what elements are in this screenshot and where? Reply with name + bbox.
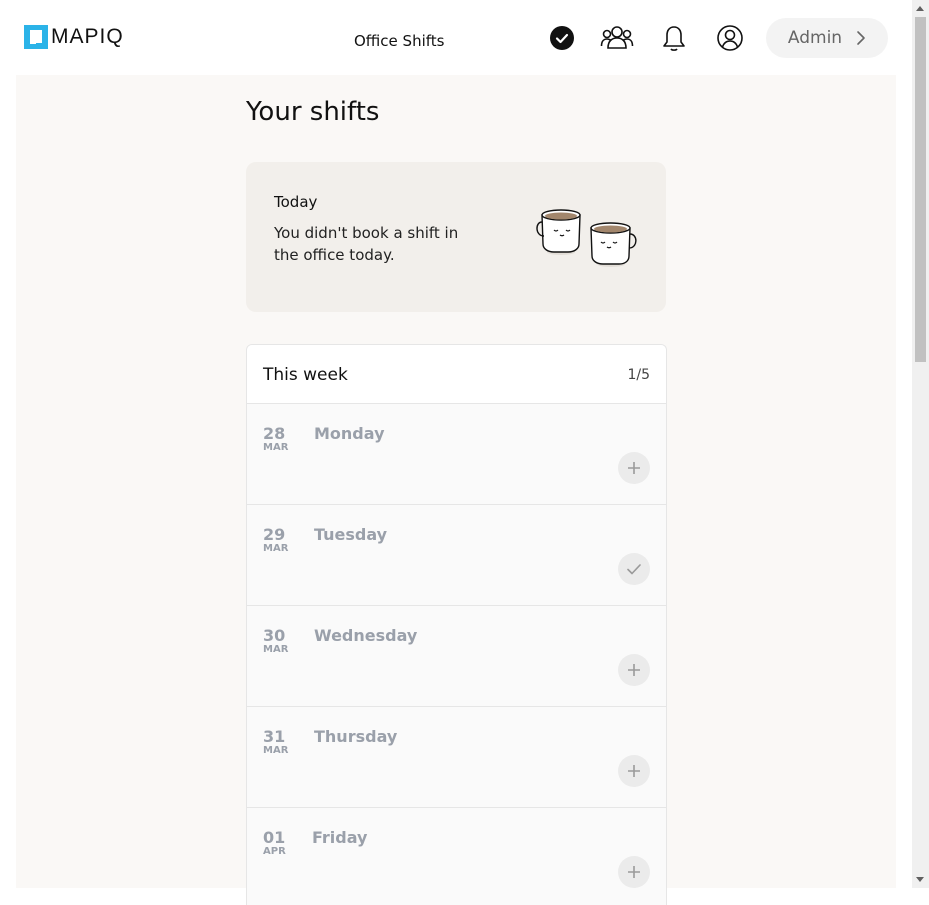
- day-name: Tuesday: [314, 525, 388, 544]
- scroll-down-arrow-icon[interactable]: [916, 877, 924, 882]
- admin-button[interactable]: Admin: [766, 18, 888, 58]
- mapiq-logo-mark: [24, 25, 48, 49]
- this-week-panel: This week 1/5 28 MAR Monday 29 MAR Tuesd…: [246, 344, 667, 905]
- today-title: Today: [274, 193, 318, 211]
- add-shift-button[interactable]: [618, 452, 650, 484]
- scroll-thumb[interactable]: [915, 17, 926, 362]
- brand-name: MAPIQ: [51, 25, 124, 48]
- coffee-cups-illustration: [536, 209, 637, 267]
- day-month: APR: [263, 846, 286, 857]
- day-row-monday: 28 MAR Monday: [247, 404, 666, 505]
- top-bar: MAPIQ Office Shifts Admin: [0, 0, 912, 75]
- day-month: MAR: [263, 543, 289, 554]
- day-number: 01: [263, 828, 286, 847]
- vertical-scrollbar[interactable]: [912, 0, 929, 888]
- day-row-thursday: 31 MAR Thursday: [247, 707, 666, 808]
- day-name: Monday: [314, 424, 385, 443]
- day-name: Thursday: [314, 727, 398, 746]
- day-row-friday: 01 APR Friday: [247, 808, 666, 905]
- day-number: 29: [263, 525, 286, 544]
- people-icon[interactable]: [599, 20, 635, 56]
- today-card: Today You didn't book a shift in the off…: [246, 162, 666, 312]
- check-circle-icon[interactable]: [544, 20, 580, 56]
- day-number: 28: [263, 424, 286, 443]
- chevron-right-icon: [857, 31, 865, 45]
- day-row-wednesday: 30 MAR Wednesday: [247, 606, 666, 707]
- add-shift-button[interactable]: [618, 856, 650, 888]
- user-circle-icon[interactable]: [712, 20, 748, 56]
- day-month: MAR: [263, 745, 289, 756]
- day-month: MAR: [263, 644, 289, 655]
- day-name: Wednesday: [314, 626, 418, 645]
- scroll-up-arrow-icon[interactable]: [916, 6, 924, 11]
- week-header: This week 1/5: [247, 345, 666, 404]
- booked-shift-button[interactable]: [618, 553, 650, 585]
- admin-label: Admin: [787, 28, 843, 48]
- today-message: You didn't book a shift in the office to…: [274, 224, 459, 264]
- week-booking-count: 1/5: [627, 367, 650, 383]
- day-month: MAR: [263, 442, 289, 453]
- day-row-tuesday: 29 MAR Tuesday: [247, 505, 666, 606]
- add-shift-button[interactable]: [618, 755, 650, 787]
- app-title: Office Shifts: [354, 32, 445, 50]
- plus-icon: [628, 866, 640, 878]
- week-title: This week: [263, 365, 348, 385]
- mapiq-logo[interactable]: MAPIQ: [24, 25, 124, 49]
- day-name: Friday: [312, 828, 368, 847]
- check-icon: [627, 564, 641, 575]
- day-number: 30: [263, 626, 286, 645]
- day-number: 31: [263, 727, 286, 746]
- add-shift-button[interactable]: [618, 654, 650, 686]
- main-content: Your shifts Today You didn't book a shif…: [16, 75, 896, 905]
- page-title: Your shifts: [246, 97, 380, 127]
- bell-icon[interactable]: [656, 20, 692, 56]
- plus-icon: [628, 462, 640, 474]
- plus-icon: [628, 765, 640, 777]
- plus-icon: [628, 664, 640, 676]
